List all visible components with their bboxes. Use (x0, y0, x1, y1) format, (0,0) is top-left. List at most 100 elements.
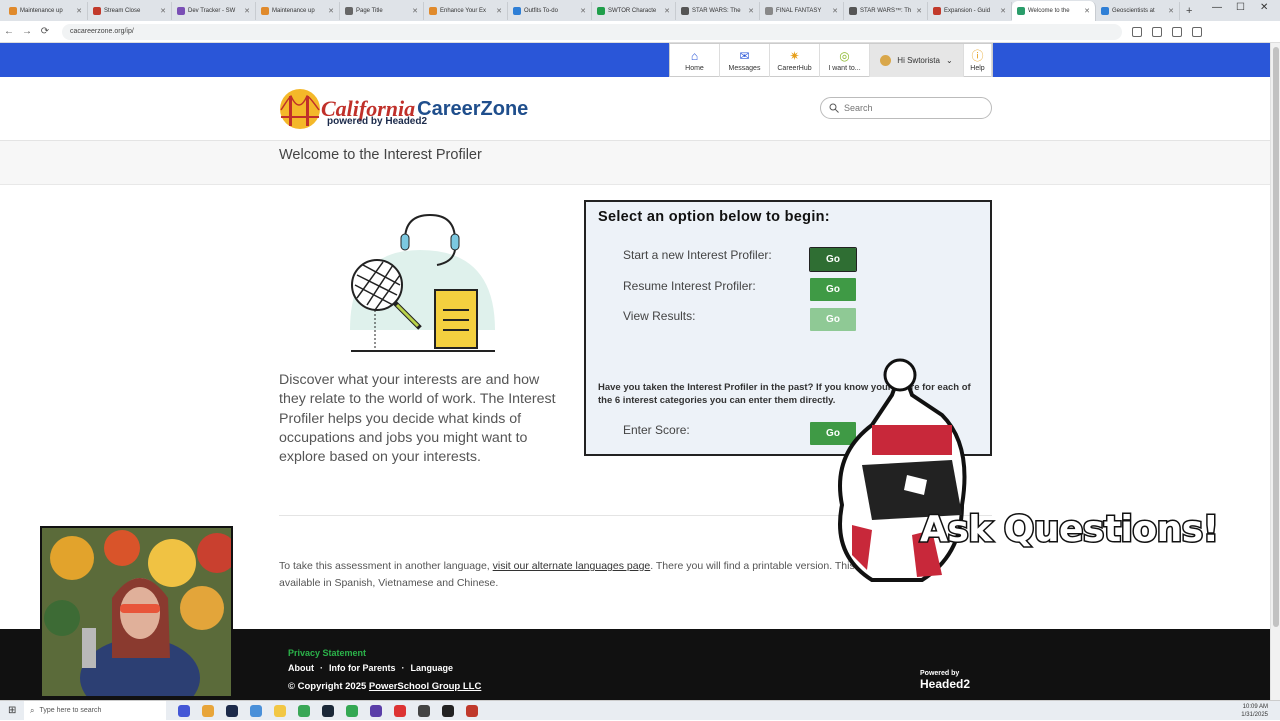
close-tab-icon[interactable]: ✕ (76, 7, 82, 15)
language-note-text: To take this assessment in another langu… (279, 560, 493, 572)
close-tab-icon[interactable]: ✕ (748, 7, 754, 15)
resume-label: Resume Interest Profiler: (623, 279, 756, 293)
browser-tab[interactable]: Stream Close ✕ (88, 1, 172, 20)
taskbar-app-icon[interactable] (226, 704, 238, 717)
home-icon: ⌂ (690, 48, 699, 63)
page-scrollbar[interactable] (1270, 43, 1280, 700)
footer-separator: · (401, 663, 405, 673)
start-new-go-button[interactable]: Go (809, 247, 857, 272)
close-tab-icon[interactable]: ✕ (1084, 7, 1090, 15)
maximize-icon[interactable]: ☐ (1236, 2, 1245, 13)
footer-link[interactable]: Info for Parents (329, 663, 396, 673)
chrome-icon[interactable] (298, 704, 310, 717)
browser-tab[interactable]: Page Title ✕ (340, 1, 424, 20)
taskbar-app-icon[interactable] (370, 704, 382, 717)
enter-score-label: Enter Score: (623, 423, 690, 437)
close-tab-icon[interactable]: ✕ (664, 7, 670, 15)
browser-tab[interactable]: Maintenance up ✕ (4, 1, 88, 20)
search-box[interactable] (820, 97, 992, 119)
careerzone-logo[interactable]: California CareerZone powered by Headed2 (279, 88, 528, 130)
obs-icon[interactable] (442, 704, 454, 717)
help-button[interactable]: ⓘ Help (964, 44, 992, 77)
steam-icon[interactable] (322, 704, 334, 717)
bookmark-star-icon[interactable] (1152, 26, 1162, 37)
close-tab-icon[interactable]: ✕ (916, 7, 922, 15)
nav-item[interactable]: ✷ CareerHub (770, 44, 820, 77)
trooper-sticker-image (838, 358, 967, 582)
windows-taskbar: ⊞ ⌕ Type here to search 10:09 AM 1/31/20… (0, 700, 1280, 721)
tab-title: SWTOR Characte (608, 7, 657, 14)
nav-item[interactable]: ⌂ Home (670, 44, 720, 77)
tab-favicon-icon (1017, 7, 1025, 15)
close-tab-icon[interactable]: ✕ (244, 7, 250, 15)
browser-tab[interactable]: Outfits To-do ✕ (508, 1, 592, 20)
close-tab-icon[interactable]: ✕ (1000, 7, 1006, 15)
taskbar-search[interactable]: ⌕ Type here to search (24, 700, 166, 721)
powerschool-link[interactable]: PowerSchool Group LLC (369, 681, 481, 692)
headed2-logo-text: Headed2 (920, 677, 971, 691)
browser-tab[interactable]: Welcome to the ✕ (1012, 1, 1096, 21)
close-tab-icon[interactable]: ✕ (412, 7, 418, 15)
browser-tab[interactable]: SWTOR Characte ✕ (592, 1, 676, 20)
tab-title: Enhance Your Ex (440, 7, 487, 14)
tab-favicon-icon (9, 6, 17, 15)
close-tab-icon[interactable]: ✕ (580, 7, 586, 15)
streamer-webcam-image (42, 528, 231, 696)
taskbar-search-icon: ⌕ (30, 705, 35, 715)
taskbar-app-icon[interactable] (394, 704, 406, 717)
browser-tab[interactable]: Dev Tracker - SW ✕ (172, 1, 256, 20)
logo-powered-by-text: powered by Headed2 (327, 116, 428, 127)
tab-favicon-icon (513, 6, 521, 15)
avatar-icon (880, 55, 892, 66)
minimize-icon[interactable]: — (1212, 2, 1222, 13)
browser-tab[interactable]: Enhance Your Ex ✕ (424, 1, 508, 20)
chrome-icon[interactable] (346, 704, 358, 717)
page-title: Welcome to the Interest Profiler (279, 147, 482, 163)
browser-tab[interactable]: STAR WARS: The ✕ (676, 1, 760, 20)
footer-link[interactable]: Language (411, 663, 454, 673)
tab-favicon-icon (261, 6, 269, 15)
taskbar-app-icon[interactable] (202, 704, 214, 717)
view-results-go-button[interactable]: Go (810, 308, 856, 331)
back-icon[interactable]: ← (0, 26, 18, 37)
webcam-overlay (40, 526, 233, 698)
browser-tab[interactable]: Geoscientists at ✕ (1096, 1, 1180, 20)
new-tab-button[interactable]: + (1180, 5, 1198, 17)
close-tab-icon[interactable]: ✕ (496, 7, 502, 15)
user-menu[interactable]: Hi Swtorista ⌄ (870, 44, 964, 77)
star-icon: ✷ (789, 48, 800, 63)
alternate-languages-link[interactable]: visit our alternate languages page (493, 560, 651, 572)
zoom-icon[interactable] (1132, 26, 1142, 37)
copyright-text: © Copyright 2025 (288, 681, 369, 692)
close-window-icon[interactable]: ✕ (1260, 2, 1268, 13)
extension-icon[interactable] (1172, 26, 1182, 37)
profile-icon[interactable] (1192, 26, 1202, 37)
taskbar-app-icon[interactable] (466, 704, 478, 717)
file-explorer-icon[interactable] (274, 704, 286, 717)
url-field[interactable]: cacareerzone.org/ip/ (62, 23, 1122, 40)
windows-start-icon[interactable]: ⊞ (8, 705, 16, 716)
privacy-statement-link[interactable]: Privacy Statement (288, 648, 366, 658)
nav-item[interactable]: ◎ I want to... (820, 44, 870, 77)
taskbar-app-icon[interactable] (250, 704, 262, 717)
footer-link[interactable]: About (288, 663, 314, 673)
taskbar-app-icon[interactable] (418, 704, 430, 717)
ask-questions-sticker: Ask Questions! (919, 508, 1221, 552)
taskbar-app-icon[interactable] (178, 704, 190, 717)
nav-item[interactable]: ✉ Messages (720, 44, 770, 77)
taskbar-clock[interactable]: 10:09 AM 1/31/2025 (1241, 703, 1268, 719)
browser-tab[interactable]: Expansion - Guid ✕ (928, 1, 1012, 20)
reload-icon[interactable]: ⟳ (36, 26, 54, 37)
resume-go-button[interactable]: Go (810, 278, 856, 301)
nav-item-label: CareerHub (777, 64, 812, 72)
close-tab-icon[interactable]: ✕ (832, 7, 838, 15)
close-tab-icon[interactable]: ✕ (328, 7, 334, 15)
forward-icon[interactable]: → (18, 26, 36, 37)
top-navigation: ⌂ Home ✉ Messages ✷ CareerHub ◎ I want to... Hi … (0, 43, 1270, 77)
browser-tab[interactable]: Maintenance up ✕ (256, 1, 340, 20)
browser-tab[interactable]: FINAL FANTASY ✕ (760, 1, 844, 20)
close-tab-icon[interactable]: ✕ (1168, 7, 1174, 15)
browser-tab[interactable]: STAR WARS™: Th ✕ (844, 1, 928, 20)
search-input[interactable] (844, 103, 974, 113)
close-tab-icon[interactable]: ✕ (160, 7, 166, 15)
